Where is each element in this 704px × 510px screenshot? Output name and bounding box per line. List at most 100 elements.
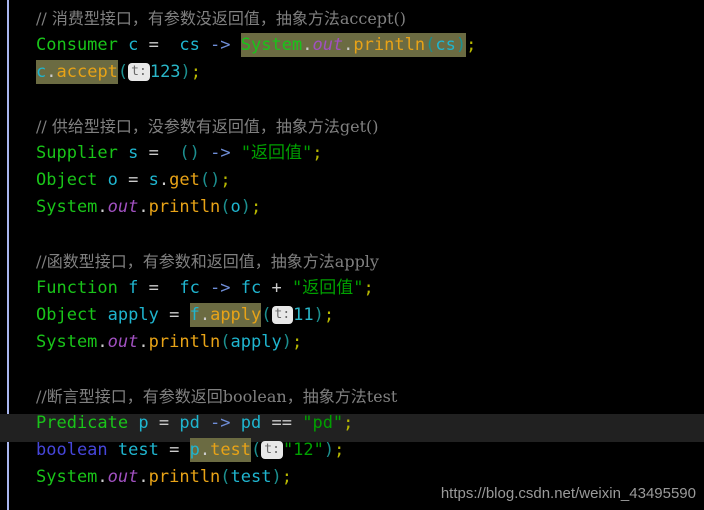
code-token: System (36, 197, 98, 217)
code-token: println (353, 33, 426, 57)
code-token: ( (261, 305, 272, 325)
code-token: Object (36, 305, 98, 325)
code-token: get (169, 170, 200, 190)
code-line-predicate-declaration[interactable]: Predicate p = pd -> pd == "pd"; (0, 410, 704, 437)
code-line-comment[interactable]: // 供给型接口，没参数有返回值，抽象方法get() (0, 113, 704, 140)
param-hint-badge: t: (271, 306, 294, 324)
code-token: ; (323, 305, 335, 325)
code-line-supplier-declaration[interactable]: Supplier s = () -> "返回值"; (0, 140, 704, 167)
param-hint-badge: t: (128, 63, 150, 81)
code-token: ; (334, 440, 345, 460)
code-token: println (148, 197, 221, 217)
code-token: 123 (149, 62, 181, 82)
watermark-url: https://blog.csdn.net/weixin_43495590 (440, 485, 696, 502)
code-token: ; (281, 467, 292, 487)
code-token: out (107, 332, 139, 352)
code-line-function-declaration[interactable]: Function f = fc -> fc + "返回值"; (0, 275, 704, 302)
code-token: f (117, 278, 149, 298)
code-token: ( (251, 440, 262, 460)
code-token: ) (313, 305, 324, 325)
code-token: + (271, 278, 282, 298)
code-token: out (312, 33, 344, 57)
code-line-blank[interactable] (0, 356, 704, 383)
code-token: apply (210, 303, 262, 327)
code-token: System (36, 332, 98, 352)
code-token: "返回值" (240, 143, 313, 163)
code-token: Predicate (36, 413, 129, 433)
code-token: () (179, 143, 200, 163)
code-line-supplier-get[interactable]: Object o = s.get(); (0, 167, 704, 194)
code-token: ) (240, 197, 252, 217)
code-line-consumer-declaration[interactable]: Consumer c = cs -> System.out.println(cs… (0, 32, 704, 59)
code-token: cs (435, 33, 456, 57)
code-token: "返回值" (291, 278, 364, 298)
code-token: Object (36, 170, 98, 190)
code-content[interactable]: // 消费型接口，有参数没返回值，抽象方法accept() Consumer c … (0, 0, 704, 491)
code-line-consumer-call[interactable]: c.accept(t: 123); (0, 59, 704, 86)
code-token: p (128, 413, 159, 433)
code-token: . (199, 438, 211, 462)
code-token: c (36, 60, 47, 84)
code-token: test (107, 440, 170, 460)
code-token: . (158, 170, 170, 190)
code-token: = (128, 170, 139, 190)
code-token: test (210, 438, 252, 462)
code-token: "pd" (302, 413, 344, 433)
code-token: ) (180, 62, 191, 82)
code-token: "12" (282, 440, 324, 460)
code-line-blank[interactable] (0, 86, 704, 113)
code-token: () (199, 170, 221, 190)
code-token: System (240, 33, 303, 57)
code-token: = (148, 278, 159, 298)
code-token: Function (36, 278, 118, 298)
code-token: ) (281, 332, 292, 352)
code-token: System (36, 467, 98, 487)
code-token: out (107, 197, 139, 217)
code-token: -> (210, 35, 231, 55)
code-token: Consumer (36, 35, 118, 55)
comment-text: // 供给型接口，没参数有返回值，抽象方法get() (36, 117, 379, 136)
code-token: apply (97, 305, 170, 325)
code-token: ) (271, 467, 282, 487)
code-token: = (169, 440, 180, 460)
code-token: . (343, 33, 354, 57)
code-token: s (117, 143, 149, 163)
code-line-comment[interactable]: //断言型接口，有参数返回boolean，抽象方法test (0, 383, 704, 410)
comment-text: //断言型接口，有参数返回boolean，抽象方法test (36, 387, 398, 406)
code-token: o (230, 197, 241, 217)
code-token: ( (220, 332, 231, 352)
code-token: println (148, 467, 221, 487)
code-token: ; (466, 35, 477, 55)
code-token: out (107, 467, 139, 487)
code-token: s (138, 170, 159, 190)
code-token: p (189, 438, 200, 462)
code-token: . (199, 303, 211, 327)
code-editor[interactable]: // 消费型接口，有参数没返回值，抽象方法accept() Consumer c … (0, 0, 704, 510)
code-token: boolean (36, 440, 108, 460)
code-token: . (138, 467, 149, 487)
code-token: ; (363, 278, 374, 298)
code-line-predicate-test[interactable]: boolean test = p.test(t: "12"); (0, 437, 704, 464)
code-token: -> (210, 278, 231, 298)
code-token: ; (190, 62, 202, 82)
code-line-function-apply[interactable]: Object apply = f.apply(t: 11); (0, 302, 704, 329)
code-line-comment[interactable]: // 消费型接口，有参数没返回值，抽象方法accept() (0, 5, 704, 32)
comment-text: //函数型接口，有参数和返回值，抽象方法apply (36, 252, 379, 271)
code-token: ; (343, 413, 354, 433)
code-line-comment[interactable]: //函数型接口，有参数和返回值，抽象方法apply (0, 248, 704, 275)
code-token: Supplier (36, 143, 118, 163)
code-token: -> (210, 413, 231, 433)
code-line-supplier-print[interactable]: System.out.println(o); (0, 194, 704, 221)
code-line-blank[interactable] (0, 221, 704, 248)
code-token: ( (117, 62, 129, 82)
code-token: pd (230, 413, 272, 433)
code-line-function-print[interactable]: System.out.println(apply); (0, 329, 704, 356)
code-token: = (148, 35, 159, 55)
code-token: ; (251, 197, 262, 217)
param-hint-badge: t: (261, 441, 283, 459)
code-token: ( (220, 467, 231, 487)
code-token: == (271, 413, 292, 433)
